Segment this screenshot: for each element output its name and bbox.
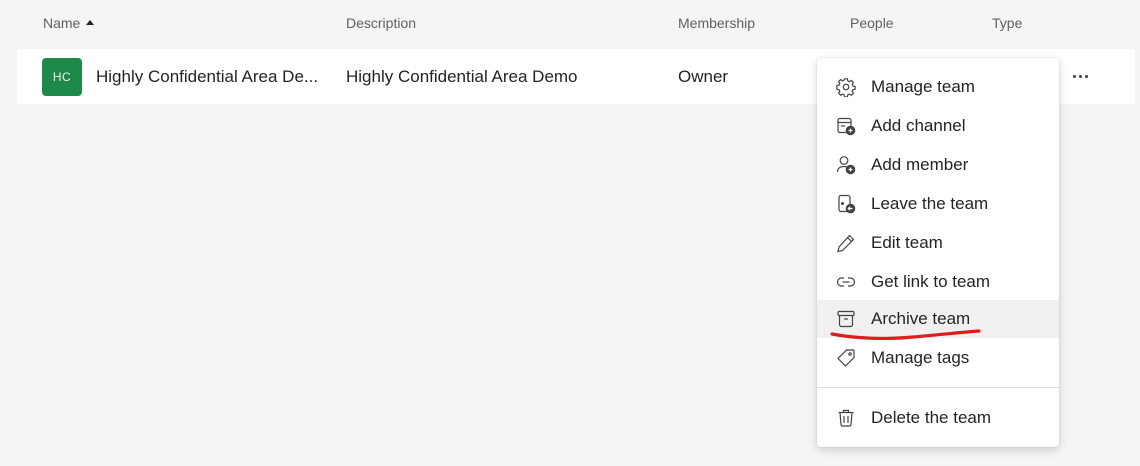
more-options-icon[interactable] [1069, 66, 1091, 86]
menu-item-add-channel[interactable]: Add channel [817, 107, 1059, 145]
column-header-membership[interactable]: Membership [678, 15, 755, 31]
menu-item-label: Add channel [871, 116, 966, 135]
menu-divider [817, 387, 1059, 388]
menu-item-label: Get link to team [871, 272, 991, 291]
menu-item-edit-team[interactable]: Edit team [817, 224, 1059, 262]
menu-item-label: Edit team [871, 233, 943, 252]
gear-icon [836, 78, 856, 97]
team-membership: Owner [678, 67, 729, 86]
menu-item-label: Add member [871, 155, 969, 174]
tag-icon [837, 349, 855, 367]
red-underline-annotation [830, 329, 981, 341]
column-header-type-label: Type [992, 15, 1023, 31]
team-context-menu: Manage team Add channel Add member Leave… [817, 58, 1059, 447]
team-name[interactable]: Highly Confidential Area De... [96, 67, 321, 87]
menu-item-add-member[interactable]: Add member [817, 146, 1059, 184]
menu-item-get-link[interactable]: Get link to team [817, 263, 1059, 301]
menu-item-label: Leave the team [871, 194, 989, 213]
column-header-description-label: Description [346, 15, 417, 31]
sort-ascending-icon [86, 19, 95, 25]
trash-icon [838, 409, 854, 427]
menu-item-leave-team[interactable]: Leave the team [817, 185, 1059, 223]
column-header-name-label: Name [43, 15, 81, 31]
team-avatar: HC [42, 58, 82, 96]
add-member-icon [836, 156, 856, 175]
menu-item-label: Manage tags [871, 348, 970, 367]
team-description: Highly Confidential Area Demo [346, 67, 578, 86]
menu-item-manage-team[interactable]: Manage team [817, 68, 1059, 106]
column-header-description[interactable]: Description [346, 15, 416, 31]
menu-item-label: Manage team [871, 77, 975, 96]
column-header-membership-label: Membership [678, 15, 756, 31]
column-header-type[interactable]: Type [992, 15, 1022, 31]
column-header-people-label: People [850, 15, 894, 31]
menu-item-label: Delete the team [871, 408, 992, 427]
menu-item-manage-tags[interactable]: Manage tags [817, 339, 1059, 377]
teams-list-view: Name Description Membership People Type … [0, 0, 1140, 466]
column-header-name[interactable]: Name [43, 15, 95, 31]
menu-item-delete-team[interactable]: Delete the team [817, 399, 1059, 437]
leave-team-icon [838, 194, 856, 214]
link-icon [836, 277, 856, 287]
column-header-people[interactable]: People [850, 15, 894, 31]
pencil-icon [837, 234, 855, 253]
add-channel-icon [837, 117, 856, 136]
